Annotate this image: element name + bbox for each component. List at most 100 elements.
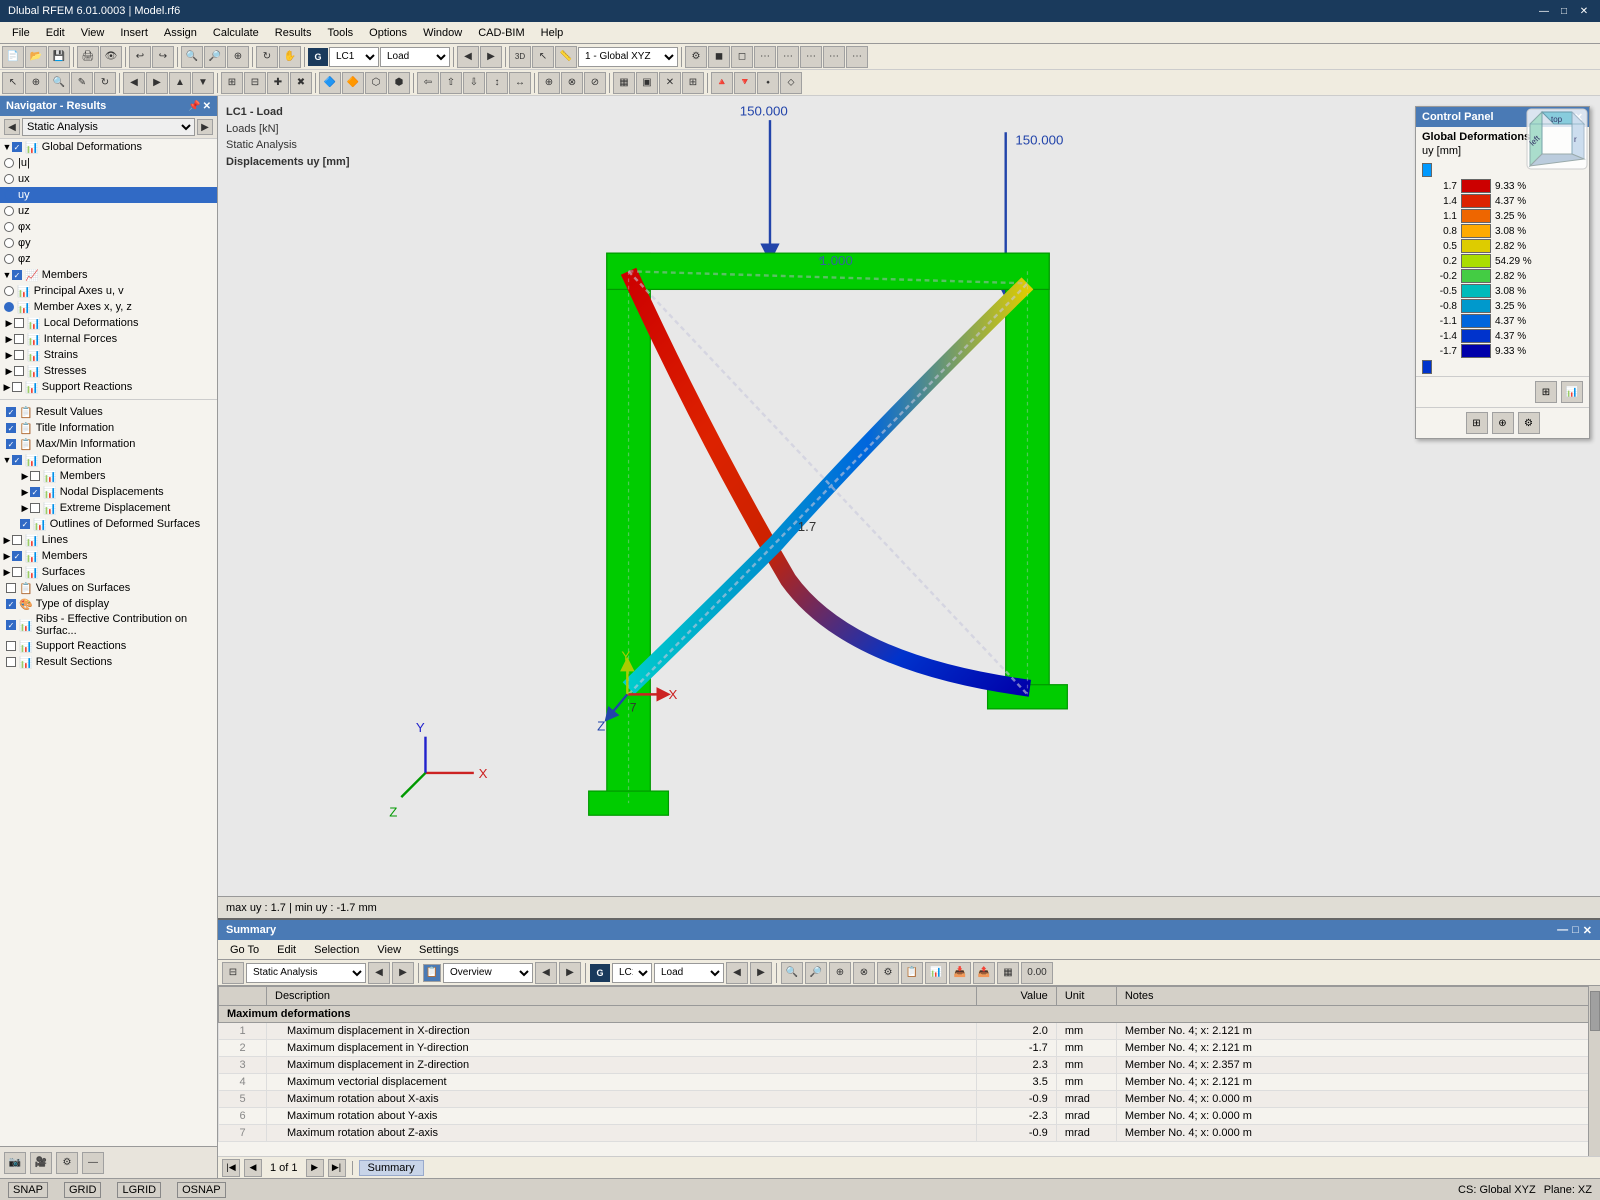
print-button[interactable]: 🖨 <box>77 46 99 68</box>
summary-close[interactable]: ✕ <box>1583 924 1592 937</box>
color-panel-chart-btn[interactable]: 📊 <box>1561 381 1583 403</box>
table-scrollbar-thumb[interactable] <box>1590 991 1600 1031</box>
sum-tb-prev-analysis[interactable]: ⊟ <box>222 962 244 984</box>
nav-principal-axes[interactable]: 📊 Principal Axes u, v <box>0 283 217 299</box>
menu-calculate[interactable]: Calculate <box>205 25 267 41</box>
sum-analysis-prev[interactable]: ◀ <box>368 962 390 984</box>
expand-internal-forces[interactable]: ▶ <box>4 334 14 344</box>
nav-bottom-settings[interactable]: ⚙ <box>56 1152 78 1174</box>
table-row[interactable]: 1 Maximum displacement in X-direction 2.… <box>219 1023 1600 1040</box>
pager-next[interactable]: ▶ <box>306 1159 324 1177</box>
sum-lc-next[interactable]: ▶ <box>750 962 772 984</box>
checkbox-def-members[interactable] <box>30 471 40 481</box>
nav-phiy[interactable]: φy <box>0 235 217 251</box>
checkbox-support[interactable] <box>12 382 22 392</box>
nav-local-deform[interactable]: ▶ 📊 Local Deformations <box>0 315 217 331</box>
checkbox-ribs[interactable] <box>6 620 16 630</box>
viewport-3d[interactable]: LC1 - Load Loads [kN] Static Analysis Di… <box>218 96 1600 918</box>
nav-bottom-video[interactable]: 🎥 <box>30 1152 52 1174</box>
pager-first[interactable]: |◀ <box>222 1159 240 1177</box>
analysis-prev[interactable]: ◀ <box>4 119 20 135</box>
undo-button[interactable]: ↩ <box>129 46 151 68</box>
color-view-2[interactable]: ⊕ <box>1492 412 1514 434</box>
grid-indicator[interactable]: GRID <box>64 1182 102 1198</box>
tb2-3[interactable]: 🔍 <box>48 72 70 94</box>
select-button[interactable]: ↖ <box>532 46 554 68</box>
tb2-21[interactable]: ↕ <box>486 72 508 94</box>
table-scrollbar[interactable] <box>1588 986 1600 1156</box>
nav-title-info[interactable]: 📋 Title Information <box>0 420 217 436</box>
table-row[interactable]: 3 Maximum displacement in Z-direction 2.… <box>219 1057 1600 1074</box>
expand-stresses[interactable]: ▶ <box>4 366 14 376</box>
nav-internal-forces[interactable]: ▶ 📊 Internal Forces <box>0 331 217 347</box>
tb2-11[interactable]: ⊟ <box>244 72 266 94</box>
expand-lines[interactable]: ▶ <box>2 535 12 545</box>
sum-btn-9[interactable]: 📤 <box>973 962 995 984</box>
next-lc[interactable]: ▶ <box>480 46 502 68</box>
tb2-32[interactable]: ⬩ <box>757 72 779 94</box>
nav-bottom-screenshot[interactable]: 📷 <box>4 1152 26 1174</box>
close-button[interactable]: ✕ <box>1576 3 1592 19</box>
analysis-next[interactable]: ▶ <box>197 119 213 135</box>
maximize-button[interactable]: □ <box>1556 3 1572 19</box>
expand-deformation[interactable]: ▼ <box>2 455 12 465</box>
render-button[interactable]: ◼ <box>708 46 730 68</box>
zoom-out-button[interactable]: 🔎 <box>204 46 226 68</box>
tb2-13[interactable]: ✖ <box>290 72 312 94</box>
radio-phix[interactable] <box>4 222 14 232</box>
osnap-indicator[interactable]: OSNAP <box>177 1182 226 1198</box>
tb2-12[interactable]: ✚ <box>267 72 289 94</box>
sum-lc-name-select[interactable]: Load <box>654 963 724 983</box>
pan-button[interactable]: ✋ <box>279 46 301 68</box>
radio-uz[interactable] <box>4 206 14 216</box>
expand-surfaces[interactable]: ▶ <box>2 567 12 577</box>
menu-results[interactable]: Results <box>267 25 320 41</box>
nav-members-group[interactable]: ▼ 📈 Members <box>0 267 217 283</box>
analysis-type-select[interactable]: Static Analysis <box>22 118 195 136</box>
radio-principal[interactable] <box>4 286 14 296</box>
checkbox-maxmin-info[interactable] <box>6 439 16 449</box>
menu-window[interactable]: Window <box>415 25 470 41</box>
color-panel-table-btn[interactable]: ⊞ <box>1535 381 1557 403</box>
nav-extreme-disp[interactable]: ▶ 📊 Extreme Displacement <box>0 500 217 516</box>
nav-bottom-line[interactable]: — <box>82 1152 104 1174</box>
menu-assign[interactable]: Assign <box>156 25 205 41</box>
tb2-7[interactable]: ▶ <box>146 72 168 94</box>
display-options[interactable]: ⚙ <box>685 46 707 68</box>
expand-local-deform[interactable]: ▶ <box>4 318 14 328</box>
nav-phiz[interactable]: φz <box>0 251 217 267</box>
prev-lc[interactable]: ◀ <box>457 46 479 68</box>
compass-cube[interactable]: top left r <box>1522 104 1592 174</box>
tb2-25[interactable]: ⊘ <box>584 72 606 94</box>
tb2-15[interactable]: 🔶 <box>342 72 364 94</box>
nav-members2-group[interactable]: ▶ 📊 Members <box>0 548 217 564</box>
expand-extreme-disp[interactable]: ▶ <box>20 503 30 513</box>
summary-menu-selection[interactable]: Selection <box>306 942 367 958</box>
menu-view[interactable]: View <box>73 25 113 41</box>
sum-lc-prev[interactable]: ◀ <box>726 962 748 984</box>
minimize-button[interactable]: — <box>1536 3 1552 19</box>
checkbox-type-display[interactable] <box>6 599 16 609</box>
color-view-1[interactable]: ⊞ <box>1466 412 1488 434</box>
more3[interactable]: ⋯ <box>800 46 822 68</box>
preview-button[interactable]: 👁 <box>100 46 122 68</box>
lc-combo[interactable]: LC1 <box>329 47 379 67</box>
pager-last[interactable]: ▶| <box>328 1159 346 1177</box>
sum-view-select[interactable]: Overview <box>443 963 533 983</box>
rotate-button[interactable]: ↻ <box>256 46 278 68</box>
checkbox-members[interactable] <box>12 270 22 280</box>
checkbox-local-deform[interactable] <box>14 318 24 328</box>
expand-members2[interactable]: ▶ <box>2 551 12 561</box>
wireframe-button[interactable]: ◻ <box>731 46 753 68</box>
summary-menu-view[interactable]: View <box>369 942 409 958</box>
lgrid-indicator[interactable]: LGRID <box>117 1182 161 1198</box>
tb2-29[interactable]: ⊞ <box>682 72 704 94</box>
open-button[interactable]: 📂 <box>25 46 47 68</box>
summary-menu-goto[interactable]: Go To <box>222 942 267 958</box>
sum-btn-6[interactable]: 📋 <box>901 962 923 984</box>
checkbox-support2[interactable] <box>6 641 16 651</box>
tb2-33[interactable]: ⬦ <box>780 72 802 94</box>
nav-u-abs[interactable]: |u| <box>0 155 217 171</box>
summary-menu-edit[interactable]: Edit <box>269 942 304 958</box>
tb2-8[interactable]: ▲ <box>169 72 191 94</box>
